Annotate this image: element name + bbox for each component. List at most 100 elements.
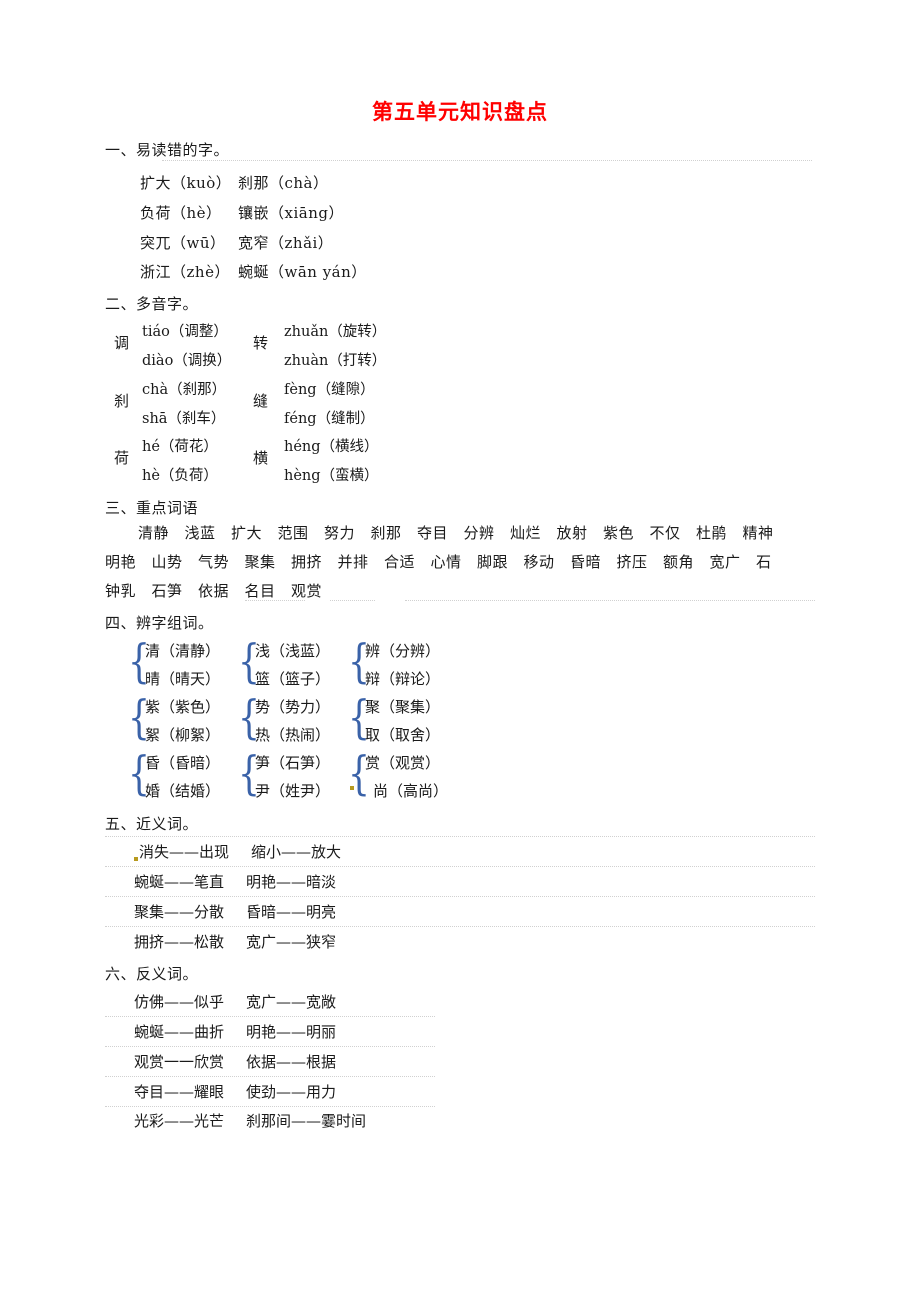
s3-words-line-3: 钟乳 石笋 依据 名目 观赏 (105, 582, 323, 600)
char-pair-top: 笋（石笋） (255, 754, 331, 772)
synonym-right: 昏暗——明亮 (246, 903, 337, 921)
s6-row-0: 仿佛——似乎 宽广——宽敞 (134, 991, 336, 1012)
s5-row-3: 拥挤——松散 宽广——狭窄 (134, 931, 336, 952)
s6-row-3: 夺目——耀眼 使劲——用力 (134, 1081, 336, 1102)
char-pair-rows-0: 清（清静） 晴（晴天） (145, 637, 220, 693)
synonym-right: 宽广——狭窄 (246, 933, 337, 951)
s5-row-0: 消失——出现 缩小——放大 (134, 841, 341, 862)
char-pair-rows-2: 辨（分辨） 辩（辩论） (365, 637, 440, 693)
char-pair-top: 赏（观赏） (365, 754, 441, 772)
antonym-right: 依据——根据 (246, 1053, 337, 1071)
polyphone-reading: chà（刹那） (142, 382, 227, 398)
char-pair-top: 紫（紫色） (145, 698, 221, 716)
s1-row-0-left: 扩大（kuò） (140, 174, 232, 192)
s1-row-1-right: 镶嵌（xiāng） (238, 204, 344, 222)
antonym-right: 宽广——宽敞 (246, 993, 337, 1011)
char-pair-top: 聚（聚集） (365, 698, 441, 716)
char-pair-rows-5: 聚（聚集） 取（取舍） (365, 693, 440, 749)
polyphone-char-2: 刹 (114, 392, 130, 410)
page-title: 第五单元知识盘点 (372, 100, 548, 124)
antonym-right: 使劲——用力 (246, 1083, 337, 1101)
polyphone-readings-3: fèng（缝隙） féng（缝制） (284, 376, 375, 434)
char-pair-bottom: 热（热闹） (255, 726, 331, 744)
synonym-left: 聚集——分散 (134, 903, 225, 921)
char-pair-rows-1: 浅（浅蓝） 篮（篮子） (255, 637, 330, 693)
polyphone-readings-4: hé（荷花） hè（负荷） (142, 433, 218, 491)
char-pair-rows-4: 势（势力） 热（热闹） (255, 693, 330, 749)
polyphone-char-5: 横 (253, 449, 269, 467)
separator-dotted (105, 1046, 435, 1047)
synonym-right: 缩小——放大 (251, 843, 342, 861)
s6-row-1: 蜿蜒——曲折 明艳——明丽 (134, 1021, 336, 1042)
char-pair-rows-3: 紫（紫色） 絮（柳絮） (145, 693, 220, 749)
polyphone-char-1: 转 (253, 334, 269, 352)
char-pair-rows-8: 赏（观赏） 尚（高尚） (365, 749, 448, 805)
separator-dotted (105, 1106, 435, 1107)
antonym-left: 仿佛——似乎 (134, 993, 225, 1011)
char-pair-bottom: 篮（篮子） (255, 670, 331, 688)
separator-dotted (105, 1016, 435, 1017)
char-pair-bottom: 尹（姓尹） (255, 782, 331, 800)
section-heading-1: 一、易读错的字。 (105, 141, 230, 159)
annotation-mark (134, 857, 138, 861)
char-pair-bottom: 尚（高尚） (373, 782, 449, 800)
char-pair-top: 势（势力） (255, 698, 331, 716)
synonym-left: 消失——出现 (139, 843, 230, 861)
char-pair-bottom: 婚（结婚） (145, 782, 221, 800)
antonym-right: 明艳——明丽 (246, 1023, 337, 1041)
char-pair-bottom: 晴（晴天） (145, 670, 221, 688)
synonym-right: 明艳——暗淡 (246, 873, 337, 891)
s6-row-4: 光彩——光芒 刹那间——霎时间 (134, 1110, 366, 1131)
section-heading-4: 四、辨字组词。 (105, 614, 214, 632)
separator-dotted (105, 866, 815, 867)
s1-row-2-right: 宽窄（zhǎi） (238, 234, 334, 252)
antonym-left: 蜿蜒——曲折 (134, 1023, 225, 1041)
char-pair-top: 昏（昏暗） (145, 754, 221, 772)
s1-row-3-right: 蜿蜒（wān yán） (238, 263, 367, 281)
polyphone-reading: zhuǎn（旋转） (284, 324, 387, 340)
polyphone-char-3: 缝 (253, 392, 269, 410)
polyphone-reading: héng（横线） (284, 439, 379, 455)
char-pair-rows-7: 笋（石笋） 尹（姓尹） (255, 749, 330, 805)
char-pair-rows-6: 昏（昏暗） 婚（结婚） (145, 749, 220, 805)
polyphone-reading: hè（负荷） (142, 468, 218, 484)
s3-words-line-1: 清静 浅蓝 扩大 范围 努力 刹那 夺目 分辨 灿烂 放射 紫色 不仅 杜鹃 精… (138, 524, 774, 542)
antonym-right: 刹那间——霎时间 (246, 1112, 367, 1130)
char-pair-bottom: 取（取舍） (365, 726, 441, 744)
separator-dotted (162, 160, 812, 161)
char-pair-bottom: 絮（柳絮） (145, 726, 221, 744)
separator-dotted (405, 600, 815, 601)
synonym-left: 蜿蜒——笔直 (134, 873, 225, 891)
char-pair-top: 浅（浅蓝） (255, 642, 331, 660)
section-heading-2: 二、多音字。 (105, 295, 199, 313)
separator-dotted (105, 926, 815, 927)
polyphone-char-0: 调 (114, 334, 130, 352)
document-page: 第五单元知识盘点 一、易读错的字。 扩大（kuò） 刹那（chà） 负荷（hè）… (0, 0, 920, 1302)
polyphone-reading: fèng（缝隙） (284, 382, 375, 398)
separator-dotted (330, 600, 375, 601)
separator-dotted (245, 600, 305, 601)
section-heading-3: 三、重点词语 (105, 499, 199, 517)
antonym-left: 观赏一一欣赏 (134, 1053, 225, 1071)
s1-row-3-left: 浙江（zhè） (140, 263, 230, 281)
polyphone-char-4: 荷 (114, 449, 130, 467)
char-pair-bottom: 辩（辩论） (365, 670, 441, 688)
s3-words-line-2: 明艳 山势 气势 聚集 拥挤 并排 合适 心情 脚跟 移动 昏暗 挤压 额角 宽… (105, 553, 772, 571)
section-heading-5: 五、近义词。 (105, 815, 199, 833)
polyphone-readings-0: tiáo（调整） diào（调换） (142, 318, 231, 376)
polyphone-readings-1: zhuǎn（旋转） zhuàn（打转） (284, 318, 386, 376)
separator-dotted (105, 1076, 435, 1077)
s6-row-2: 观赏一一欣赏 依据——根据 (134, 1051, 336, 1072)
polyphone-reading: zhuàn（打转） (284, 353, 387, 369)
polyphone-reading: féng（缝制） (284, 411, 375, 427)
polyphone-reading: hé（荷花） (142, 439, 218, 455)
polyphone-reading: tiáo（调整） (142, 324, 228, 340)
s1-row-0-right: 刹那（chà） (238, 174, 329, 192)
section-heading-6: 六、反义词。 (105, 965, 199, 983)
polyphone-reading: diào（调换） (142, 353, 232, 369)
polyphone-readings-2: chà（刹那） shā（刹车） (142, 376, 226, 434)
polyphone-reading: shā（刹车） (142, 411, 226, 427)
separator-dotted (105, 836, 815, 837)
s1-row-1-left: 负荷（hè） (140, 204, 222, 222)
annotation-mark (350, 786, 354, 790)
